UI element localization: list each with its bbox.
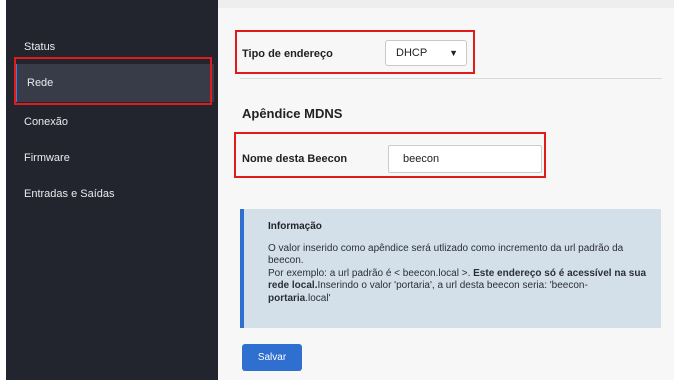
device-name-input[interactable]: beecon — [388, 145, 542, 173]
info-line2-start: Por exemplo: a url padrão é < beecon.loc… — [268, 267, 471, 279]
info-line2-bold2: portaria — [268, 292, 306, 304]
sidebar-item-entradas-saidas[interactable]: Entradas e Saídas — [6, 178, 218, 210]
address-type-select[interactable]: DHCP ▼ — [385, 40, 467, 66]
info-line2-end: .local' — [305, 292, 331, 304]
sidebar-item-firmware[interactable]: Firmware — [6, 142, 218, 174]
info-title: Informação — [268, 221, 322, 232]
sidebar-item-rede[interactable]: Rede — [14, 64, 214, 102]
sidebar: Status Rede Conexão Firmware Entradas e … — [6, 0, 218, 380]
address-type-label: Tipo de endereço — [242, 48, 333, 60]
info-line1: O valor inserido como apêndice será utli… — [268, 242, 624, 267]
info-text: O valor inserido como apêndice será utli… — [268, 243, 649, 306]
sidebar-item-conexao[interactable]: Conexão — [6, 106, 218, 138]
top-bar — [218, 0, 674, 8]
info-box: Informação O valor inserido como apêndic… — [240, 209, 661, 328]
save-button[interactable]: Salvar — [242, 344, 302, 371]
info-line2-mid: Inserindo o valor 'portaria', a url dest… — [317, 280, 588, 291]
section-title-mdns: Apêndice MDNS — [242, 106, 343, 121]
divider — [240, 78, 662, 79]
address-type-value: DHCP — [396, 47, 428, 59]
chevron-down-icon: ▼ — [449, 48, 458, 58]
device-name-label: Nome desta Beecon — [242, 153, 348, 165]
sidebar-item-status[interactable]: Status — [6, 31, 218, 63]
